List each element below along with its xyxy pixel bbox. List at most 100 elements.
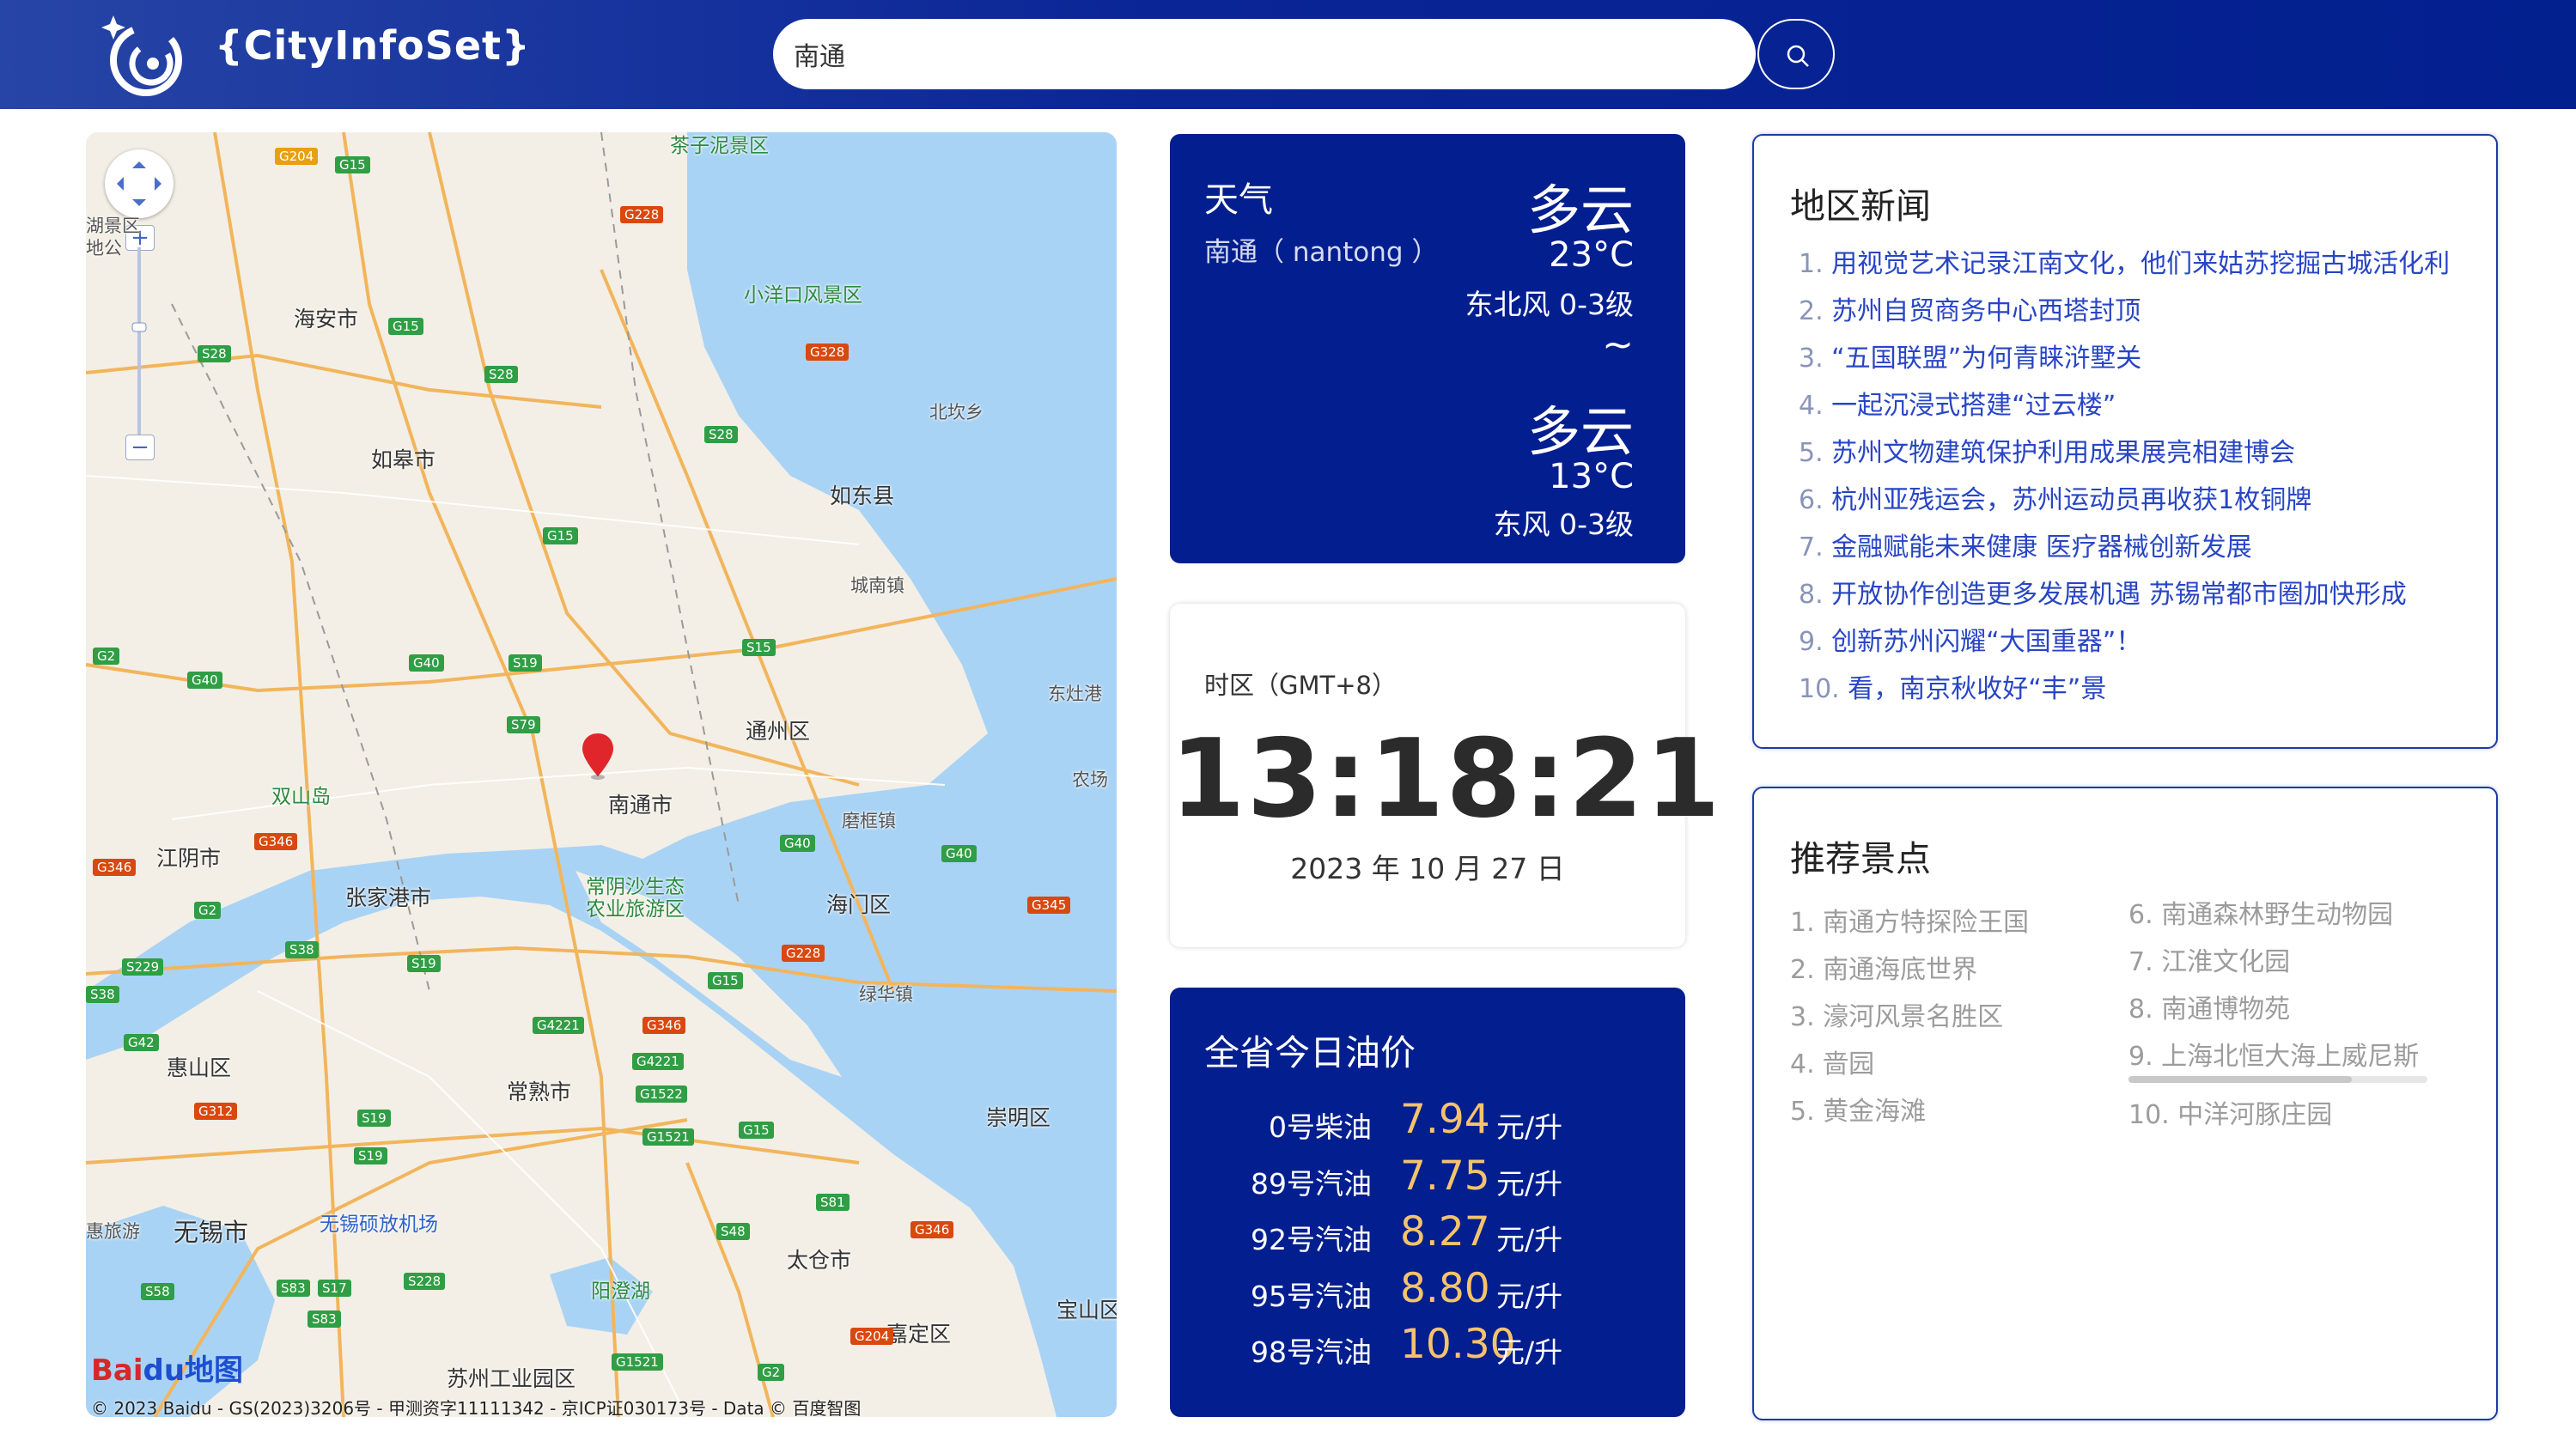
news-number: 3. [1799,344,1824,374]
spot-link[interactable]: 3. 濠河风景名胜区 [1790,995,2003,1033]
map-zoom-out-button[interactable]: − [125,435,155,460]
tomorrow-wind: 东风 0-3级 [1493,508,1634,541]
road-shield: S38 [285,941,319,958]
oil-price-card: 全省今日油价 0号柴油 7.94 元/升 89号汽油 7.75 元/升 92号汽… [1170,988,1685,1417]
spot-link[interactable]: 1. 南通方特探险王国 [1790,901,2029,939]
city-search-input[interactable] [773,19,1756,89]
map-label-changshu: 常熟市 [507,1079,572,1104]
map-label-wuxi: 无锡市 [174,1218,249,1247]
road-shield: G1521 [612,1353,663,1371]
road-shield: S58 [141,1283,174,1300]
spot-link[interactable]: 7. 江淮文化园 [2128,940,2429,978]
road-shield: G15 [543,527,578,544]
spot-link[interactable]: 5. 黄金海滩 [1790,1090,1926,1128]
road-shield: G328 [806,344,850,361]
spot-link[interactable]: 6. 南通森林野生动物园 [2128,893,2429,931]
current-date: 2023 年 10 月 27 日 [1290,852,1565,885]
map-label-zhangjiagang: 张家港市 [345,885,432,910]
road-shield: S19 [357,1110,391,1127]
oil-type: 98号汽油 [1251,1335,1372,1369]
map-label-yangchenghu: 阳澄湖 [591,1280,650,1303]
map-label-airport: 无锡硕放机场 [320,1213,438,1236]
oil-unit: 元/升 [1496,1110,1563,1144]
current-time: 13:18:21 [1170,715,1722,842]
oil-type: 89号汽油 [1251,1167,1372,1201]
road-shield: G15 [388,318,423,335]
news-number: 6. [1799,485,1824,515]
road-shield: S19 [407,955,441,972]
oil-unit: 元/升 [1496,1280,1563,1313]
spots-title: 推荐景点 [1790,838,1931,879]
baidu-logo-bai: Bai [91,1353,143,1388]
road-shield: S15 [742,639,776,656]
regional-news-panel: 地区新闻 1. 用视觉艺术记录江南文化，他们来姑苏挖掘古城活化利 2. 苏州自贸… [1752,134,2498,749]
tomorrow-temperature: 13°C [1549,457,1634,496]
road-shield: G346 [642,1017,686,1034]
road-shield: S79 [507,716,540,733]
road-shield: G2 [93,648,120,665]
news-text: 杭州亚残运会，苏州运动员再收获1枚铜牌 [1831,485,2312,515]
road-shield: G1522 [636,1085,687,1103]
road-shield: G2 [194,902,222,919]
spot-scrollbar-thumb[interactable] [2128,1076,2352,1083]
news-title: 地区新闻 [1790,185,1931,227]
road-shield: S19 [354,1147,387,1164]
city-map[interactable]: + − 海安市 如皋市 如东县 通州区 南通市 江阴市 张家港市 海门区 常熟市… [86,132,1117,1417]
map-label-lvyou: 惠旅游 [86,1221,140,1242]
news-link[interactable]: 4. 一起沉浸式搭建“过云楼” [1799,384,2451,422]
spot-link[interactable]: 8. 南通博物苑 [2128,988,2429,1025]
road-shield: G4221 [533,1017,584,1034]
news-text: “五国联盟”为何青睐浒墅关 [1831,344,2142,374]
news-text: 看，南京秋收好“丰”景 [1848,674,2107,704]
road-shield: G40 [409,654,444,672]
road-shield: G40 [941,845,977,862]
news-number: 4. [1799,391,1824,421]
news-number: 2. [1799,296,1824,326]
map-label-taicang: 太仓市 [787,1248,852,1273]
road-shield: S81 [816,1194,850,1211]
pan-arrows-icon [117,161,161,206]
search-button[interactable] [1757,19,1835,89]
news-number: 9. [1799,627,1824,657]
location-pin-icon[interactable] [581,732,615,780]
map-label-chongming: 崇明区 [986,1105,1051,1130]
spot-link[interactable]: 4. 啬园 [1790,1043,1874,1080]
news-link[interactable]: 2. 苏州自贸商务中心西塔封顶 [1799,289,2451,327]
road-shield: G40 [187,672,222,689]
news-link[interactable]: 10. 看，南京秋收好“丰”景 [1799,667,2451,705]
today-temperature: 23°C [1549,235,1634,275]
map-label-tongzhou: 通州区 [746,719,811,744]
map-pan-control[interactable] [105,149,174,218]
map-label-changyin: 常阴沙生态 农业旅游区 [586,876,685,921]
site-logo-text[interactable]: {CityInfoSet} [215,22,531,69]
map-label-rudong: 如东县 [830,483,895,508]
oil-price-row: 98号汽油 10.30 元/升 [1170,1321,1685,1372]
road-shield: G42 [124,1034,159,1051]
spot-link[interactable]: 2. 南通海底世界 [1790,948,1977,986]
news-number: 8. [1799,580,1824,610]
map-label-haian: 海安市 [294,307,359,331]
map-label-beikan: 北坎乡 [929,402,984,423]
news-link[interactable]: 6. 杭州亚残运会，苏州运动员再收获1枚铜牌 [1799,478,2451,516]
road-shield: G15 [335,156,370,173]
map-label-chazilian: 茶子泥景区 [670,135,769,157]
map-copyright: © 2023 Baidu - GS(2023)3206号 - 甲测资字11111… [91,1398,862,1417]
forecast-separator: ~ [1602,323,1634,367]
news-link[interactable]: 3. “五国联盟”为何青睐浒墅关 [1799,337,2451,374]
spot-link[interactable]: 9. 上海北恒大海上威尼斯 [2128,1035,2429,1073]
news-link[interactable]: 7. 金融赋能未来健康 医疗器械创新发展 [1799,526,2451,563]
weather-city: 南通（ nantong ） [1204,237,1439,268]
road-shield: G15 [739,1122,774,1139]
oil-price-value: 7.75 [1400,1152,1490,1200]
spot-link[interactable]: 10. 中洋河豚庄园 [2128,1093,2429,1131]
news-text: 苏州自贸商务中心西塔封顶 [1831,296,2141,326]
news-link[interactable]: 5. 苏州文物建筑保护利用成果展亮相建博会 [1799,431,2451,469]
news-link[interactable]: 8. 开放协作创造更多发展机遇 苏锡常都市圈加快形成 [1799,573,2451,611]
spot-scrollbar[interactable] [2128,1076,2427,1083]
map-label-nantong: 南通市 [608,793,673,818]
news-link[interactable]: 9. 创新苏州闪耀“大国重器”！ [1799,620,2451,658]
map-label-haimen: 海门区 [826,892,892,917]
road-shield: G204 [275,148,319,165]
news-text: 开放协作创造更多发展机遇 苏锡常都市圈加快形成 [1831,580,2407,610]
news-link[interactable]: 1. 用视觉艺术记录江南文化，他们来姑苏挖掘古城活化利 [1799,242,2451,280]
